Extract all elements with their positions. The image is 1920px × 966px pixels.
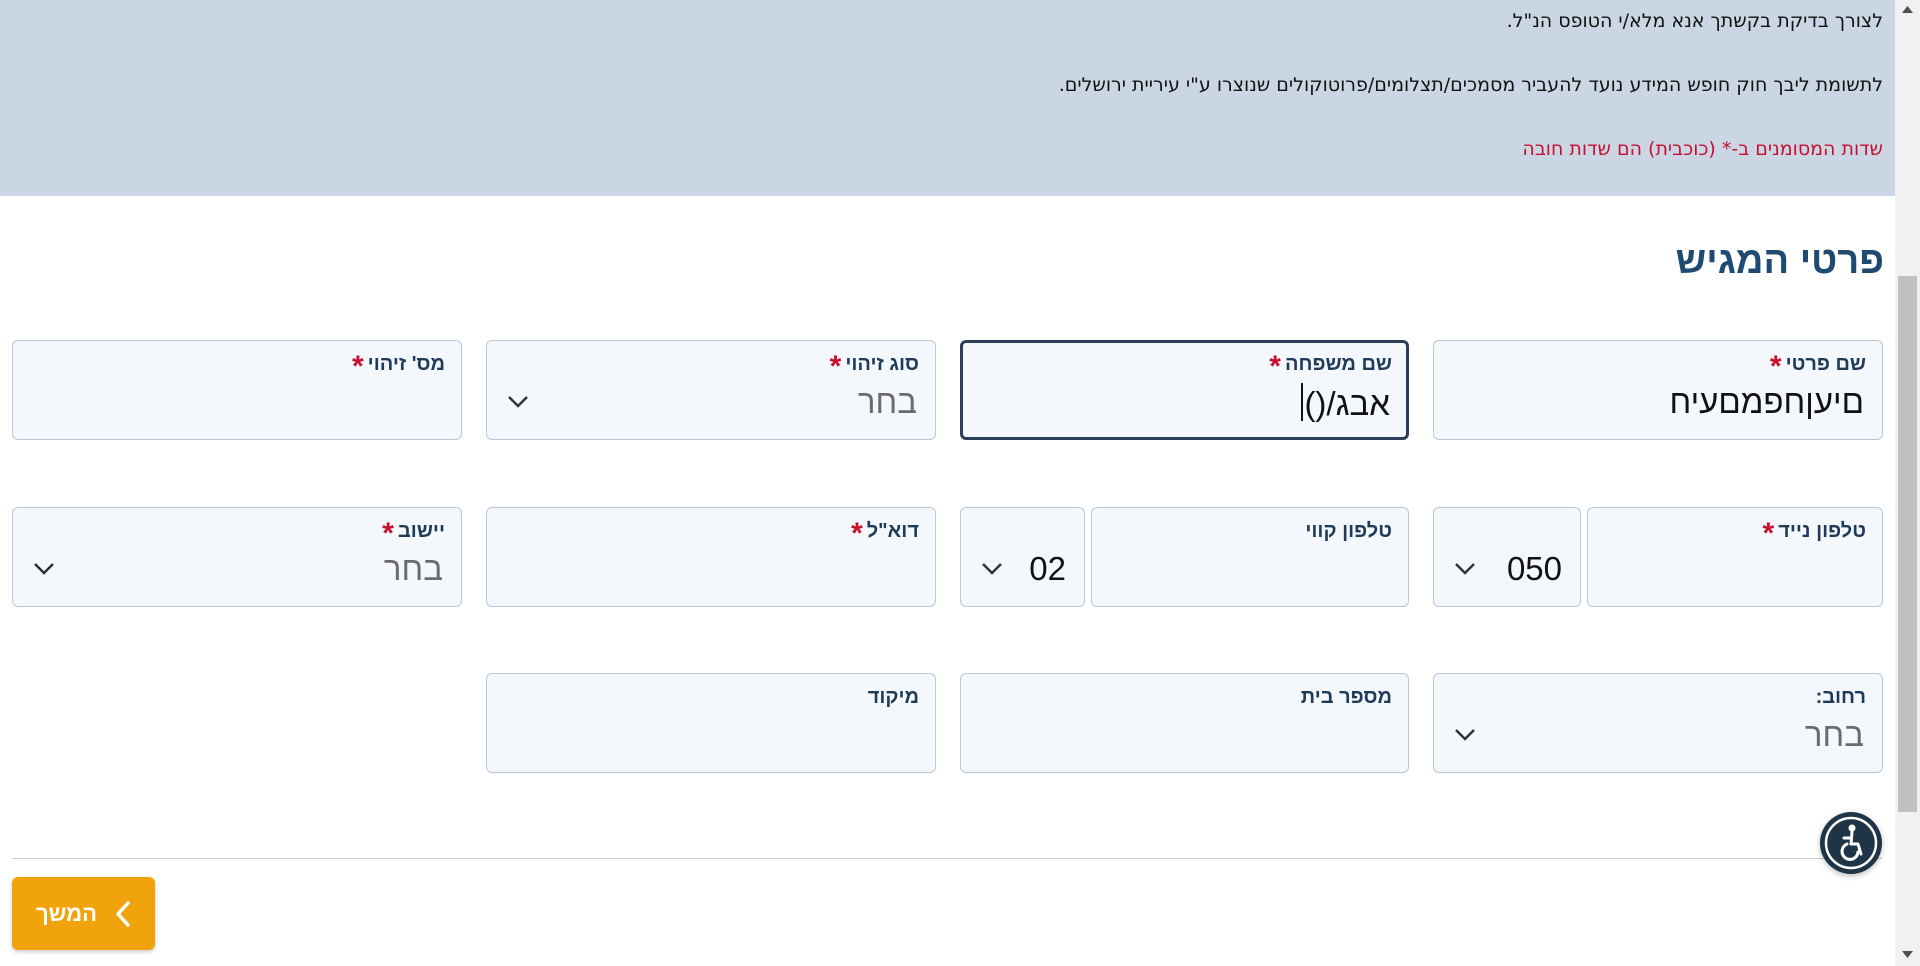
landline-prefix-select[interactable]: 02 (960, 507, 1085, 607)
required-mark: * (829, 350, 842, 383)
scrollbar-thumb[interactable] (1898, 276, 1917, 812)
chevron-left-icon (116, 901, 130, 927)
scroll-up-arrow-icon[interactable] (1901, 4, 1914, 14)
landline-phone-field[interactable]: טלפון קווי (1091, 507, 1409, 607)
first-name-input[interactable]: םיעןחפמםעיח (1670, 383, 1864, 421)
banner-instruction: לצורך בדיקת בקשתך אנא מלא/י הטופס הנ"ל. (1506, 10, 1883, 32)
banner-required-note: שדות המסומנים ב-* (כוכבית) הם שדות חובה (1522, 138, 1883, 160)
chevron-down-icon[interactable] (33, 562, 55, 576)
last-name-label: שם משפחה* (1269, 350, 1392, 383)
required-mark: * (1769, 350, 1782, 383)
first-name-label: שם פרטי* (1769, 350, 1866, 383)
required-mark: * (1762, 517, 1775, 550)
email-label: דוא"ל* (851, 517, 919, 550)
mobile-prefix-select[interactable]: 050 (1433, 507, 1581, 607)
chevron-down-icon[interactable] (981, 562, 1003, 576)
continue-button-label: המשך (36, 901, 98, 926)
house-number-field[interactable]: מספר בית (960, 673, 1409, 773)
city-select[interactable]: יישוב* בחר (12, 507, 462, 607)
street-value: בחר (1804, 716, 1864, 753)
last-name-field[interactable]: שם משפחה* אבג/() (960, 340, 1409, 440)
required-mark: * (1269, 350, 1281, 383)
chevron-down-icon[interactable] (1454, 562, 1476, 576)
street-select[interactable]: רחוב: בחר (1433, 673, 1883, 773)
required-mark: * (382, 517, 394, 550)
chevron-down-icon[interactable] (1454, 728, 1476, 742)
required-mark: * (351, 350, 364, 383)
zip-code-field[interactable]: מיקוד (486, 673, 936, 773)
id-number-field[interactable]: מס' זיהוי* (12, 340, 462, 440)
mobile-phone-label: טלפון נייד* (1762, 517, 1866, 550)
city-label: יישוב* (382, 517, 445, 550)
mobile-phone-field[interactable]: טלפון נייד* (1587, 507, 1883, 607)
id-type-select[interactable]: סוג זיהוי* בחר (486, 340, 936, 440)
continue-button[interactable]: המשך (12, 877, 155, 950)
accessibility-button[interactable] (1820, 812, 1882, 874)
accessibility-icon (1824, 816, 1878, 870)
mobile-prefix-value: 050 (1506, 550, 1562, 587)
email-field[interactable]: דוא"ל* (486, 507, 936, 607)
street-label: רחוב: (1815, 686, 1866, 708)
id-type-value: בחר (857, 383, 917, 420)
zip-code-label: מיקוד (867, 686, 919, 708)
chevron-down-icon[interactable] (507, 395, 529, 409)
divider (12, 858, 1882, 859)
house-number-label: מספר בית (1300, 686, 1392, 708)
section-title: פרטי המגיש (1675, 240, 1884, 282)
first-name-field[interactable]: שם פרטי* םיעןחפמםעיח (1433, 340, 1883, 440)
banner-foi-note: לתשומת ליבך חוק חופש המידע נועד להעביר מ… (1058, 74, 1883, 96)
scroll-down-arrow-icon[interactable] (1901, 950, 1914, 960)
info-banner: לצורך בדיקת בקשתך אנא מלא/י הטופס הנ"ל. … (0, 0, 1895, 196)
city-value: בחר (383, 550, 443, 587)
required-mark: * (851, 517, 863, 550)
id-type-label: סוג זיהוי* (829, 350, 919, 383)
id-number-label: מס' זיהוי* (351, 350, 445, 383)
landline-prefix-value: 02 (1029, 550, 1066, 587)
landline-phone-label: טלפון קווי (1305, 520, 1392, 542)
last-name-input[interactable]: אבג/() (1301, 383, 1390, 423)
